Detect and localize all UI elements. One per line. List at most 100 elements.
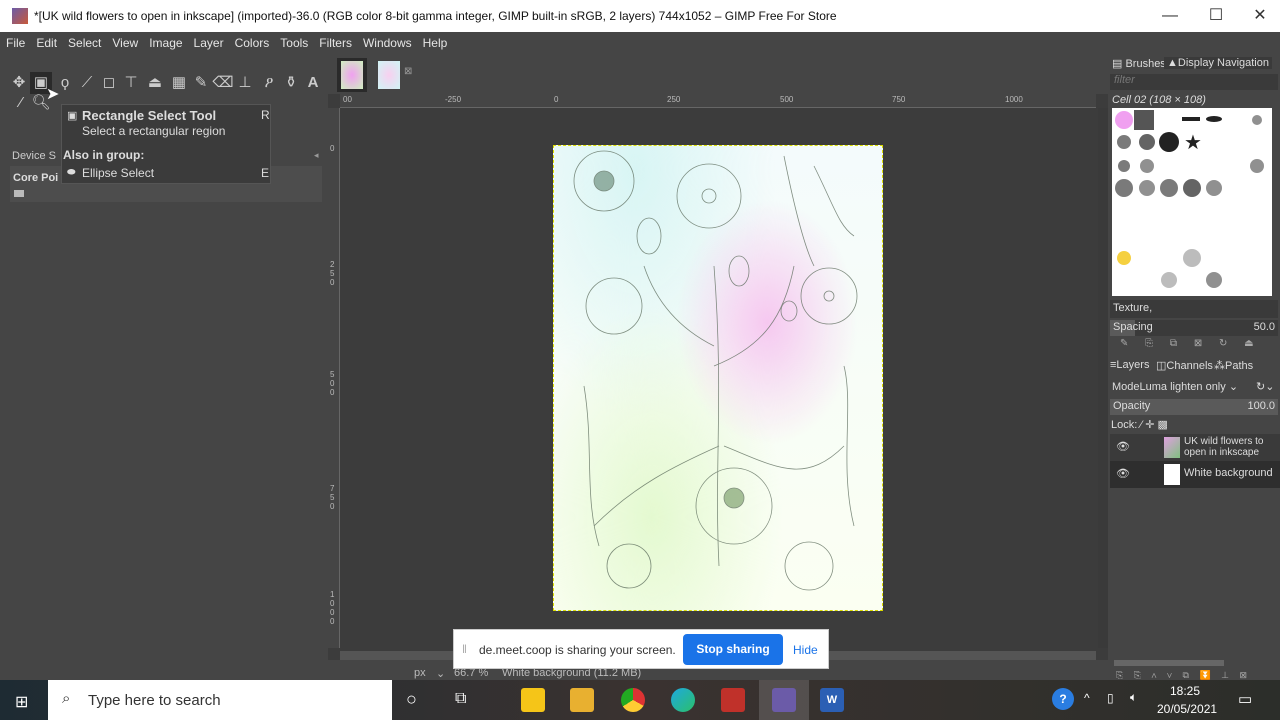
- unit-select[interactable]: px: [414, 667, 426, 679]
- move-tool-icon[interactable]: ✥: [8, 72, 30, 94]
- paths-tool-icon[interactable]: ⚱: [280, 72, 302, 94]
- menu-windows[interactable]: Windows: [357, 32, 417, 50]
- menu-select[interactable]: Select: [62, 32, 106, 50]
- clock-time[interactable]: 18:25: [1170, 684, 1200, 698]
- image-canvas-flower-drawing[interactable]: [553, 145, 883, 611]
- close-button[interactable]: ✕: [1240, 4, 1280, 28]
- menu-edit[interactable]: Edit: [30, 32, 62, 50]
- chrome-icon[interactable]: [621, 688, 645, 712]
- menu-tools[interactable]: Tools: [274, 32, 313, 50]
- notifications-icon[interactable]: ▭: [1238, 690, 1252, 708]
- menu-view[interactable]: View: [106, 32, 143, 50]
- word-icon[interactable]: W: [820, 688, 844, 712]
- cortana-icon[interactable]: ○: [406, 689, 417, 710]
- smudge-tool-icon[interactable]: ዖ: [258, 72, 280, 94]
- window-title: *[UK wild flowers to open in inkscape] (…: [34, 9, 837, 23]
- horizontal-ruler[interactable]: 00 -250 0 250 500 750 1000: [340, 94, 1096, 108]
- sticky-notes-icon[interactable]: [521, 688, 545, 712]
- tab-display-navigation[interactable]: ▲Display Navigation: [1164, 57, 1272, 69]
- title-bar: *[UK wild flowers to open in inkscape] (…: [0, 0, 1280, 32]
- inkscape-icon[interactable]: [721, 688, 745, 712]
- chevron-down-icon[interactable]: ⌄: [436, 667, 445, 680]
- brush-filter-input[interactable]: filter: [1110, 74, 1278, 90]
- vertical-ruler[interactable]: 0 250 500 750 1000: [328, 108, 340, 648]
- lock-position-icon[interactable]: ✛: [1145, 419, 1154, 431]
- menu-image[interactable]: Image: [143, 32, 187, 50]
- ruler-tick: 750: [892, 95, 906, 104]
- visibility-eye-icon[interactable]: 👁︎: [1116, 440, 1130, 453]
- lock-pixels-icon[interactable]: ⁄: [1140, 419, 1142, 431]
- vertical-scrollbar[interactable]: [1098, 108, 1108, 648]
- stop-sharing-button[interactable]: Stop sharing: [683, 634, 783, 665]
- spacing-slider[interactable]: Spacing 50.0: [1110, 320, 1278, 336]
- chevron-up-icon[interactable]: ^: [1084, 691, 1090, 705]
- search-icon: ⌕: [62, 690, 71, 707]
- text-tool-icon[interactable]: A: [302, 72, 324, 94]
- svg-text:★: ★: [1184, 132, 1202, 154]
- layer-row[interactable]: 👁︎ White background: [1110, 461, 1280, 488]
- visibility-eye-icon[interactable]: 👁︎: [1116, 467, 1130, 480]
- gimp-app-icon: [12, 8, 28, 24]
- tab-brushes[interactable]: ▤ Brushes: [1112, 57, 1166, 70]
- menu-file[interactable]: File: [0, 32, 30, 50]
- hide-button[interactable]: Hide: [793, 643, 818, 657]
- drag-handle-icon[interactable]: ‖: [462, 642, 467, 656]
- image-tab-1[interactable]: [337, 58, 367, 92]
- tooltip-group-shortcut: E: [261, 166, 270, 180]
- network-icon[interactable]: ▯: [1107, 691, 1114, 705]
- clone-tool-icon[interactable]: ⊥: [234, 72, 256, 94]
- ruler-tick: 1000: [330, 590, 335, 626]
- composite-mode-icon[interactable]: ↻⌄: [1256, 380, 1274, 393]
- ruler-tick: 750: [330, 484, 335, 511]
- brush-tag-input[interactable]: Texture,: [1110, 300, 1278, 318]
- help-icon[interactable]: ?: [1052, 688, 1074, 710]
- opacity-slider[interactable]: Opacity 100.0: [1110, 399, 1278, 415]
- warp-tool-icon[interactable]: ⏏: [144, 72, 166, 94]
- layers-scrollbar[interactable]: [1114, 660, 1224, 666]
- eraser-tool-icon[interactable]: ⌫: [212, 72, 234, 94]
- ruler-tick: 1000: [1005, 95, 1023, 104]
- lock-alpha-icon[interactable]: ▩: [1158, 419, 1168, 431]
- ruler-tick: 500: [330, 370, 335, 397]
- tab-layers[interactable]: ≡Layers: [1110, 359, 1149, 371]
- menu-bar: File Edit Select View Image Layer Colors Tools F…: [0, 32, 1280, 54]
- edge-icon[interactable]: [671, 688, 695, 712]
- tab-label: Paths: [1225, 360, 1254, 372]
- tool-tooltip: ▣ Rectangle Select Tool R Select a recta…: [61, 104, 271, 184]
- search-placeholder: Type here to search: [88, 692, 221, 709]
- device-status-tab[interactable]: Device S: [12, 150, 56, 162]
- brush-actions[interactable]: ✎ ⎘ ⧉ ⊠ ↻ ⏏: [1120, 338, 1254, 349]
- fuzzy-select-tool-icon[interactable]: ⟋: [76, 72, 98, 94]
- maximize-button[interactable]: ☐: [1196, 4, 1236, 28]
- mode-value: Luma lighten only: [1139, 381, 1226, 393]
- taskbar-search[interactable]: ⌕ Type here to search: [48, 680, 392, 720]
- gimp-taskbar-button[interactable]: [759, 680, 809, 720]
- color-picker-tool-icon[interactable]: ⁄: [10, 92, 32, 114]
- tooltip-shortcut: R: [261, 108, 270, 122]
- opacity-value: 100.0: [1247, 400, 1275, 412]
- tab-label: Display Navigation: [1177, 57, 1269, 69]
- tab-channels[interactable]: ◫Channels: [1156, 359, 1213, 372]
- volume-icon[interactable]: 🔈︎: [1130, 690, 1137, 705]
- panel-menu-icon[interactable]: ◂: [314, 150, 319, 161]
- tab-paths[interactable]: ⁂Paths: [1214, 359, 1253, 372]
- crop-tool-icon[interactable]: ◻: [98, 72, 120, 94]
- brush-grid[interactable]: ★: [1112, 108, 1272, 296]
- menu-colors[interactable]: Colors: [229, 32, 275, 50]
- menu-filters[interactable]: Filters: [313, 32, 357, 50]
- paintbrush-tool-icon[interactable]: ✎: [190, 72, 212, 94]
- menu-help[interactable]: Help: [417, 32, 453, 50]
- clock-date[interactable]: 20/05/2021: [1157, 702, 1217, 716]
- menu-layer[interactable]: Layer: [188, 32, 229, 50]
- close-tab-icon[interactable]: ⊠: [404, 66, 412, 77]
- layer-mode-select[interactable]: ModeLuma lighten only ⌄: [1112, 380, 1252, 393]
- minimize-button[interactable]: —: [1150, 4, 1190, 28]
- file-explorer-icon[interactable]: [570, 688, 594, 712]
- task-view-icon[interactable]: ⧉: [455, 690, 466, 708]
- image-tab-2[interactable]: [374, 58, 404, 92]
- lock-row: Lock: ⁄ ✛ ▩: [1111, 418, 1168, 431]
- unified-transform-tool-icon[interactable]: ⊤: [120, 72, 142, 94]
- gradient-tool-icon[interactable]: ▦: [168, 72, 190, 94]
- windows-start-icon[interactable]: ⊞: [15, 692, 28, 712]
- layer-row[interactable]: 👁︎ UK wild flowers to open in inkscape: [1110, 434, 1280, 461]
